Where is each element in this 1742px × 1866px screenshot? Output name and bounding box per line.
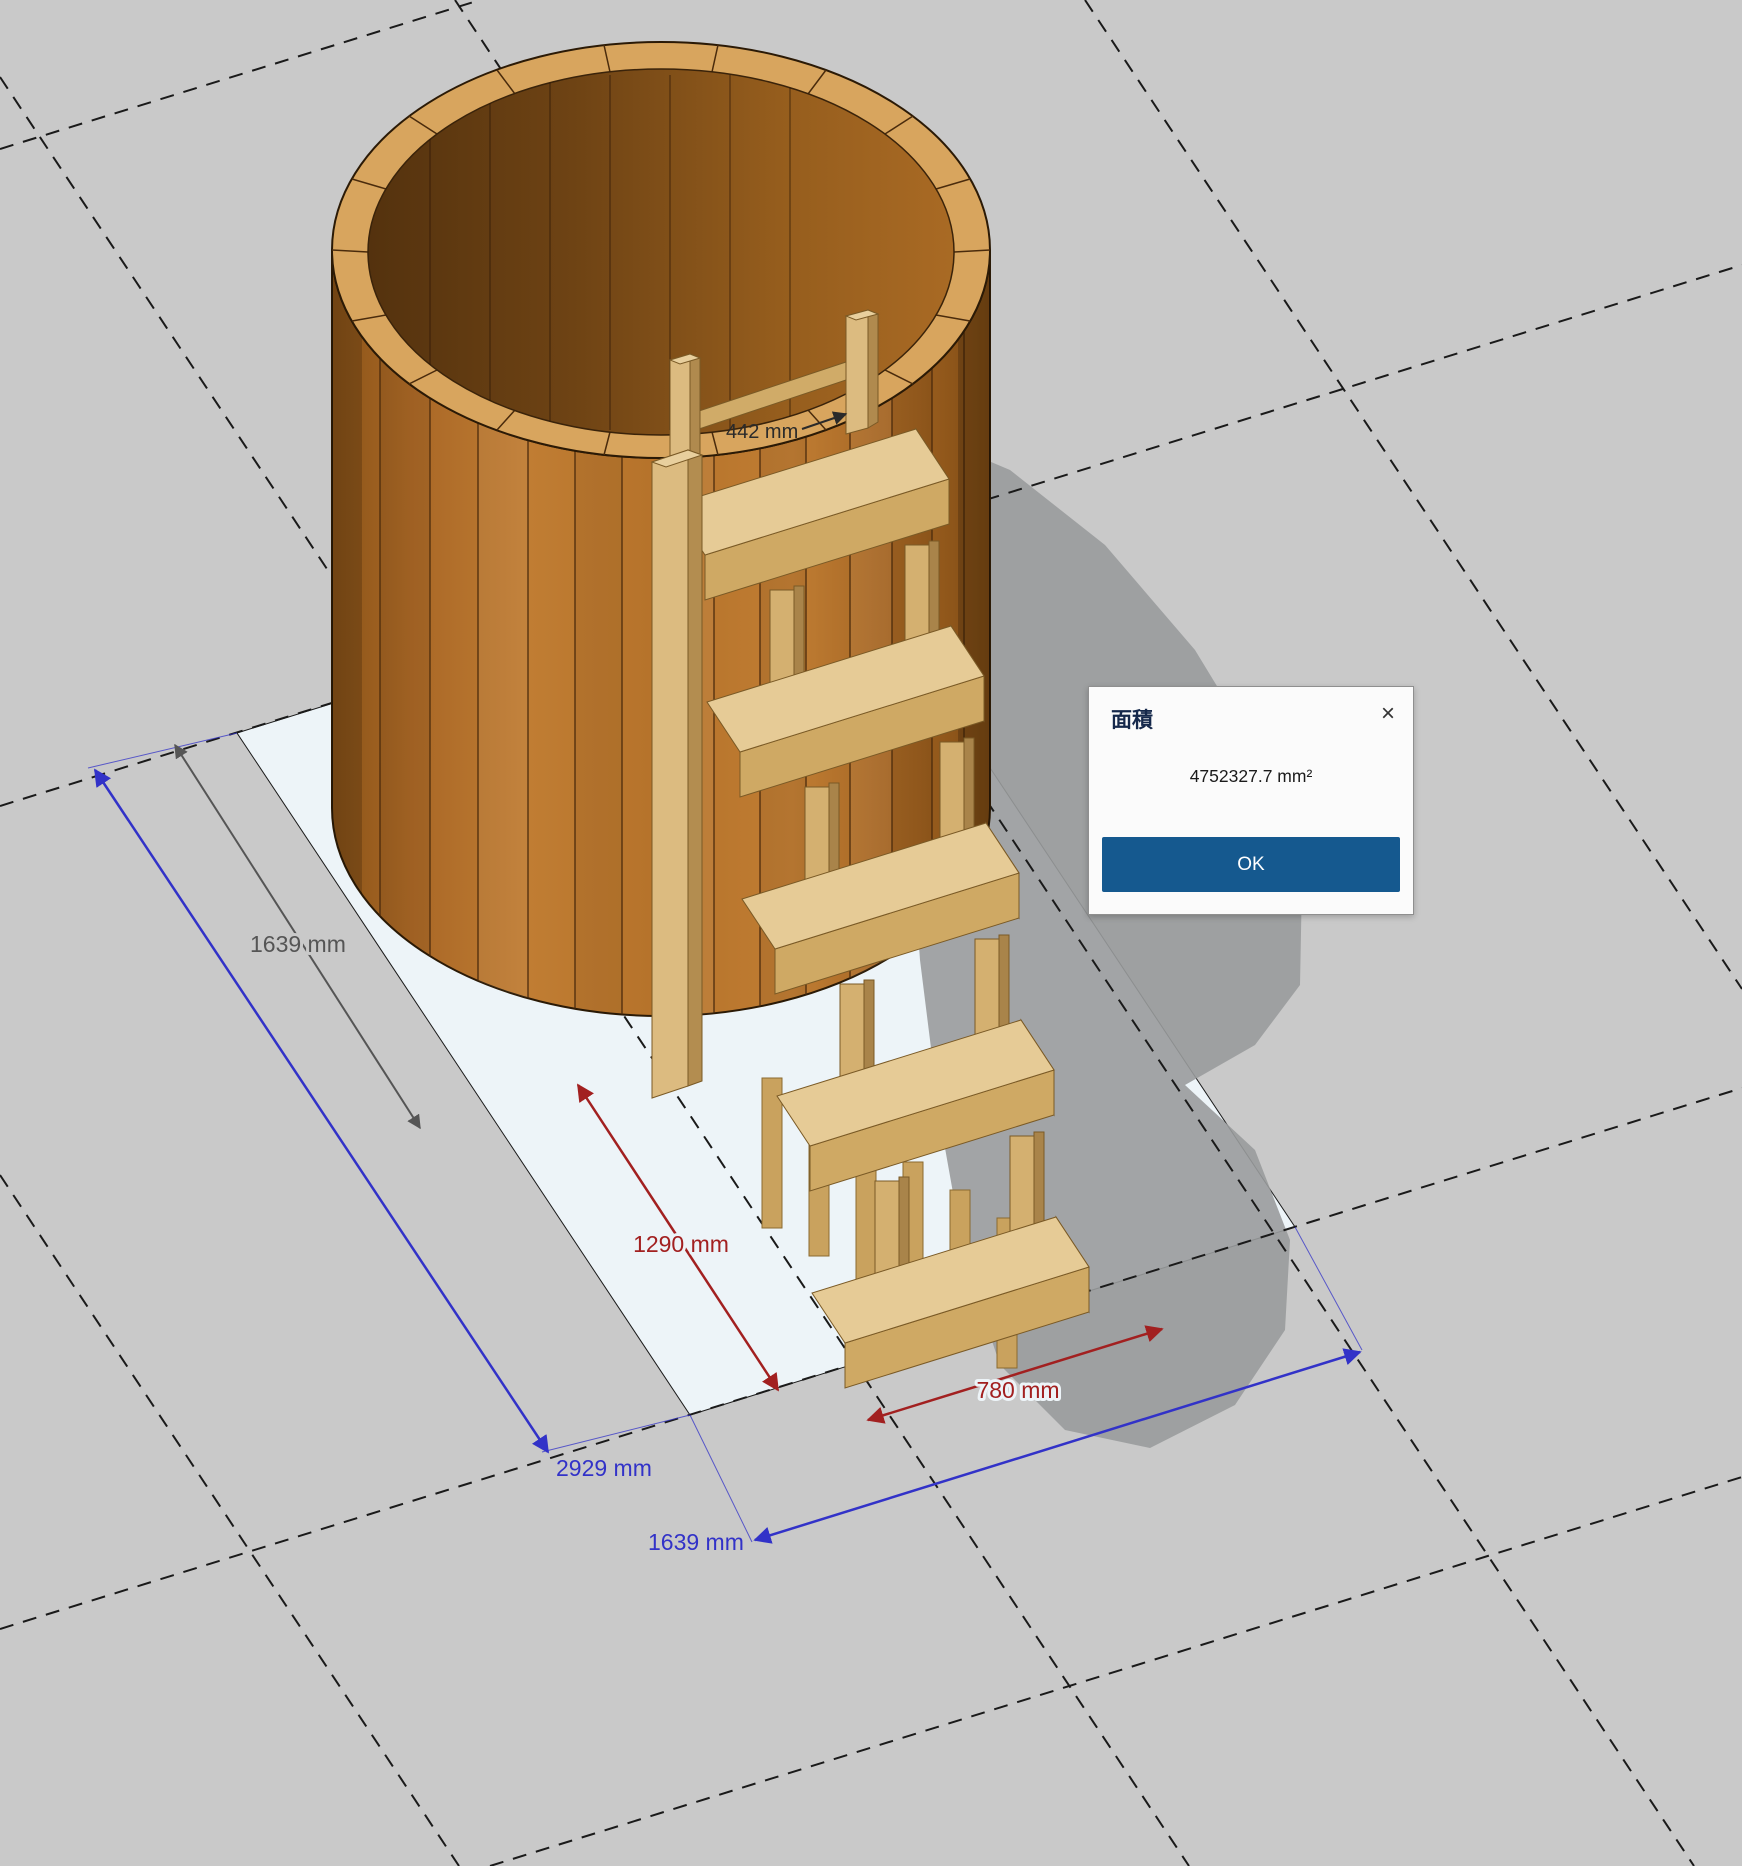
area-dialog: 面積 × 4752327.7 mm² OK bbox=[1088, 686, 1414, 915]
3d-viewport[interactable]: 1639 mm 2929 mm 1639 mm 1290 mm 780 mm 4… bbox=[0, 0, 1742, 1866]
ok-button[interactable]: OK bbox=[1102, 837, 1400, 892]
dimension-label-stair-width: 780 mm bbox=[976, 1377, 1059, 1403]
area-dialog-title: 面積 bbox=[1111, 704, 1153, 734]
area-value: 4752327.7 mm² bbox=[1089, 766, 1413, 787]
handrail-post-right bbox=[846, 310, 868, 434]
area-dialog-header: 面積 × bbox=[1089, 687, 1413, 734]
cad-application-window: 1639 mm 2929 mm 1639 mm 1290 mm 780 mm 4… bbox=[0, 0, 1742, 1866]
dimension-label-rail-gap: 442 mm bbox=[726, 421, 798, 443]
dimension-label-floor-long: 2929 mm bbox=[556, 1455, 652, 1481]
stringer-post bbox=[652, 450, 702, 1098]
dimension-label-floor-side: 1639 mm bbox=[250, 931, 346, 957]
dimension-label-floor-short: 1639 mm bbox=[648, 1529, 744, 1555]
dimension-label-stair-run: 1290 mm bbox=[633, 1231, 729, 1257]
close-icon[interactable]: × bbox=[1381, 704, 1395, 724]
